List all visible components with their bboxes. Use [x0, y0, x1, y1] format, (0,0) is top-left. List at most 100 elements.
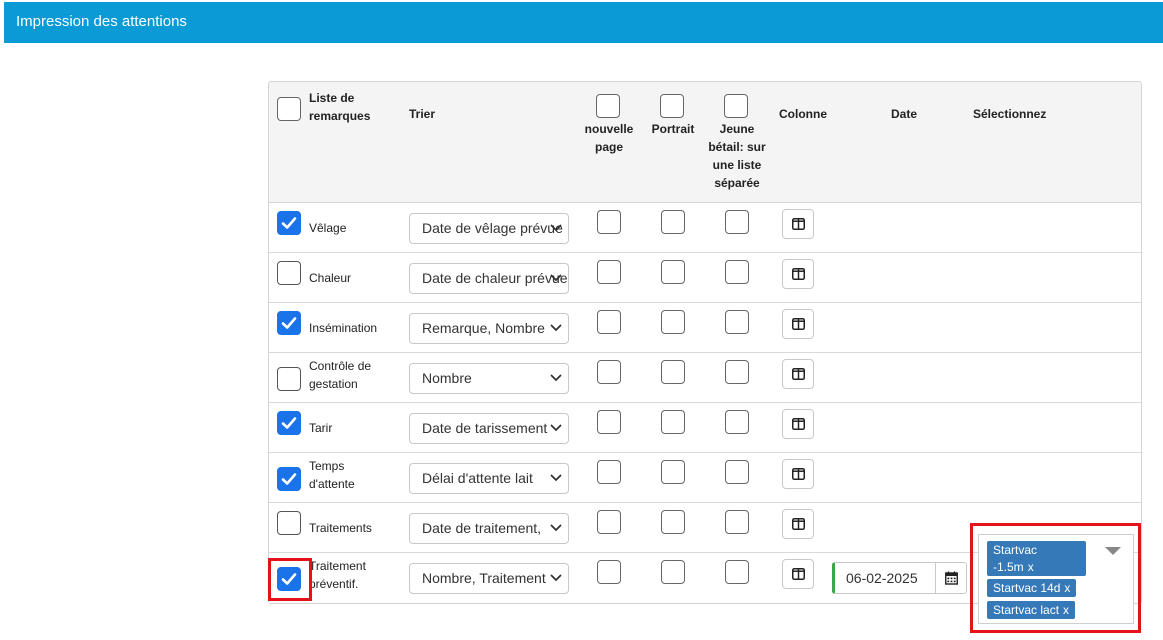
row-checkbox[interactable] [277, 367, 301, 391]
new-page-header: nouvelle page [584, 122, 634, 154]
tag-remove-icon[interactable]: x [1064, 581, 1070, 595]
portrait-checkbox[interactable] [661, 210, 685, 234]
young-list-checkbox[interactable] [725, 310, 749, 334]
column-button[interactable] [782, 509, 814, 539]
tag-startvac-1-5m[interactable]: Startvac -1.5m x [987, 541, 1086, 576]
columns-icon [792, 568, 805, 580]
portrait-checkbox[interactable] [661, 310, 685, 334]
sort-select[interactable]: Nombre [409, 363, 569, 394]
portrait-checkbox[interactable] [661, 410, 685, 434]
row-checkbox[interactable] [277, 567, 301, 591]
new-page-all-checkbox[interactable] [596, 94, 620, 118]
new-page-checkbox[interactable] [597, 310, 621, 334]
table-row: Temps d'attente Délai d'attente lait [269, 453, 1141, 503]
tag-startvac-lact[interactable]: Startvac lact x [987, 601, 1076, 619]
row-checkbox[interactable] [277, 411, 301, 435]
column-button[interactable] [782, 209, 814, 239]
young-list-checkbox[interactable] [725, 260, 749, 284]
young-list-checkbox[interactable] [725, 510, 749, 534]
new-page-checkbox[interactable] [597, 460, 621, 484]
checkmark-icon [281, 473, 297, 485]
young-list-checkbox[interactable] [725, 410, 749, 434]
chevron-down-icon [550, 424, 562, 432]
sort-select-value: Nombre [422, 370, 472, 386]
checkmark-icon [281, 317, 297, 329]
row-checkbox[interactable] [277, 511, 301, 535]
columns-icon [792, 368, 805, 380]
calendar-button[interactable] [935, 562, 967, 594]
chevron-down-icon [550, 374, 562, 382]
column-button[interactable] [782, 359, 814, 389]
sort-select-value: Délai d'attente lait [422, 470, 533, 486]
tag-remove-icon[interactable]: x [1028, 560, 1034, 574]
column-button[interactable] [782, 459, 814, 489]
page-title: Impression des attentions [16, 13, 187, 30]
new-page-checkbox[interactable] [597, 560, 621, 584]
young-all-checkbox[interactable] [724, 94, 748, 118]
row-checkbox[interactable] [277, 311, 301, 335]
portrait-checkbox[interactable] [661, 560, 685, 584]
select-header: Sélectionnez [973, 107, 1047, 121]
new-page-checkbox[interactable] [597, 510, 621, 534]
new-page-checkbox[interactable] [597, 410, 621, 434]
new-page-checkbox[interactable] [597, 210, 621, 234]
columns-icon [792, 518, 805, 530]
sort-select[interactable]: Date de chaleur prévue [409, 263, 569, 294]
row-label: Traitements [309, 521, 372, 535]
column-button[interactable] [782, 559, 814, 589]
sort-select[interactable]: Date de traitement, [409, 513, 569, 544]
table-row: Insémination Remarque, Nombre [269, 303, 1141, 353]
young-list-checkbox[interactable] [725, 210, 749, 234]
portrait-checkbox[interactable] [661, 460, 685, 484]
young-list-checkbox[interactable] [725, 360, 749, 384]
sort-select[interactable]: Nombre, Traitement [409, 563, 569, 594]
sort-select[interactable]: Date de vêlage prévue [409, 213, 569, 244]
sort-select[interactable]: Date de tarissement [409, 413, 569, 444]
row-label: Tarir [309, 421, 333, 435]
columns-icon [792, 318, 805, 330]
row-label: Insémination [309, 321, 378, 335]
sort-header: Trier [409, 107, 436, 121]
table-row: Vêlage Date de vêlage prévue [269, 203, 1141, 253]
sort-select[interactable]: Délai d'attente lait [409, 463, 569, 494]
title-bar: Impression des attentions [4, 2, 1163, 43]
row-label: Contrôle de gestation [309, 359, 372, 391]
startvac-multiselect[interactable]: Startvac -1.5m x Startvac 14d x Startvac l… [978, 534, 1134, 624]
sort-select-value: Date de tarissement [422, 420, 548, 436]
dropdown-arrow-icon[interactable] [1105, 547, 1121, 555]
portrait-checkbox[interactable] [661, 360, 685, 384]
row-checkbox[interactable] [277, 211, 301, 235]
chevron-down-icon [550, 274, 562, 282]
new-page-checkbox[interactable] [597, 260, 621, 284]
young-list-checkbox[interactable] [725, 560, 749, 584]
columns-icon [792, 218, 805, 230]
sort-select[interactable]: Remarque, Nombre [409, 313, 569, 344]
row-checkbox[interactable] [277, 467, 301, 491]
column-header: Colonne [779, 107, 827, 121]
column-button[interactable] [782, 409, 814, 439]
sort-select-value: Date de chaleur prévue [422, 270, 568, 286]
select-all-checkbox[interactable] [277, 97, 301, 121]
portrait-checkbox[interactable] [661, 510, 685, 534]
portrait-all-checkbox[interactable] [660, 94, 684, 118]
sort-select-value: Remarque, Nombre [422, 320, 545, 336]
row-label: Temps d'attente [309, 459, 355, 491]
tag-startvac-14d[interactable]: Startvac 14d x [987, 579, 1077, 597]
tag-label: Startvac 14d [993, 581, 1061, 595]
new-page-checkbox[interactable] [597, 360, 621, 384]
column-button[interactable] [782, 259, 814, 289]
portrait-header: Portrait [651, 122, 695, 136]
row-label: Traitement préventif. [309, 559, 366, 591]
chevron-down-icon [550, 224, 562, 232]
tag-remove-icon[interactable]: x [1063, 603, 1069, 617]
date-value: 06-02-2025 [846, 570, 918, 586]
checkmark-icon [281, 217, 297, 229]
date-input[interactable]: 06-02-2025 [832, 562, 937, 594]
chevron-down-icon [550, 474, 562, 482]
portrait-checkbox[interactable] [661, 260, 685, 284]
list-header: Liste de remarques [309, 91, 371, 123]
row-label: Chaleur [309, 271, 352, 285]
row-checkbox[interactable] [277, 261, 301, 285]
young-list-checkbox[interactable] [725, 460, 749, 484]
column-button[interactable] [782, 309, 814, 339]
